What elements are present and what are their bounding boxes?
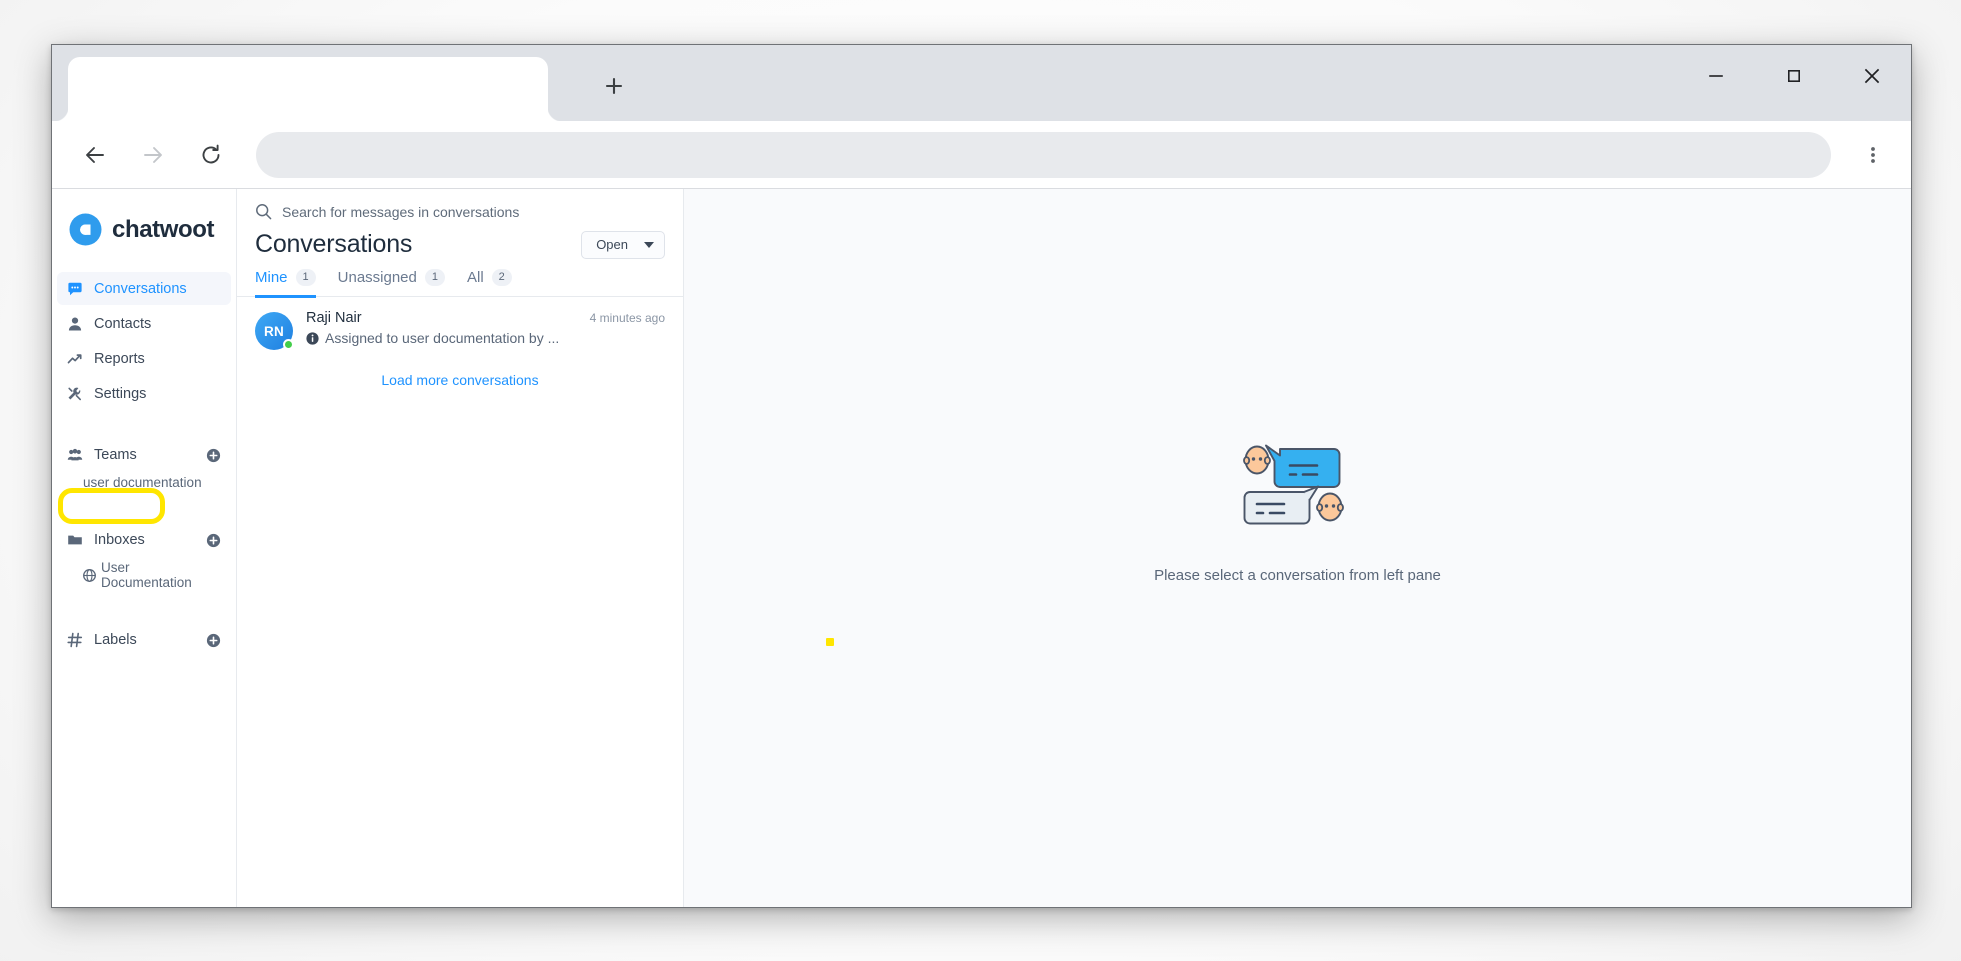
sidebar-section-inboxes: Inboxes User Documentation (52, 525, 236, 595)
tab-count: 2 (491, 269, 512, 287)
conversation-list-pane: Search for messages in conversations Con… (237, 189, 834, 907)
maximize-button[interactable] (1755, 45, 1833, 107)
sidebar-item-label: Contacts (94, 315, 152, 332)
sidebar-inbox-item[interactable]: User Documentation (57, 555, 231, 595)
chevron-down-icon (644, 241, 654, 248)
tab-count: 1 (295, 269, 316, 287)
timestamp: 4 minutes ago (589, 311, 665, 326)
status-filter-dropdown[interactable]: Open (581, 230, 665, 259)
sidebar-item-contacts[interactable]: Contacts (57, 307, 231, 340)
tab-mine[interactable]: Mine 1 (255, 269, 316, 299)
reload-button[interactable] (188, 132, 234, 178)
minimize-button[interactable] (1677, 45, 1755, 107)
globe-icon (83, 568, 96, 582)
address-bar[interactable] (256, 131, 1831, 178)
browser-menu-button[interactable] (1849, 131, 1897, 179)
cursor-indicator (826, 638, 834, 646)
window-controls (1677, 45, 1911, 107)
sidebar-item-conversations[interactable]: Conversations (57, 272, 231, 305)
sidebar-section-labels: Labels (52, 625, 236, 655)
section-header[interactable]: Labels (57, 625, 231, 655)
tab-all[interactable]: All 2 (467, 269, 512, 298)
inbox-name: User Documentation (101, 560, 192, 590)
sidebar-item-reports[interactable]: Reports (57, 342, 231, 375)
person-icon (67, 316, 83, 332)
add-inbox-button[interactable] (206, 533, 221, 548)
page-root: chatwoot Conversations Contacts Reports … (0, 0, 1961, 961)
back-button[interactable] (72, 132, 118, 178)
sidebar-nav: Conversations Contacts Reports Settings (52, 272, 236, 410)
conversation-tabs: Mine 1 Unassigned 1 All 2 (237, 259, 683, 299)
add-label-button[interactable] (206, 633, 221, 648)
brand-name: chatwoot (112, 215, 215, 243)
load-more-conversations-button[interactable]: Load more conversations (237, 363, 683, 388)
section-label: Labels (94, 632, 137, 648)
contact-name: Raji Nair (306, 310, 362, 327)
chatwoot-logo-icon (69, 213, 102, 246)
section-header[interactable]: Inboxes (57, 525, 231, 555)
add-team-button[interactable] (206, 448, 221, 463)
tab-label: Mine (255, 269, 288, 287)
empty-state-message: Please select a conversation from left p… (1154, 567, 1441, 584)
status-filter-value: Open (596, 237, 628, 252)
folder-icon (67, 532, 83, 548)
trending-up-icon (67, 351, 83, 367)
new-tab-button[interactable] (595, 67, 633, 105)
search-icon (255, 203, 272, 220)
chat-bubble-icon (67, 281, 83, 297)
tab-count: 1 (424, 269, 445, 287)
browser-toolbar (52, 121, 1911, 189)
section-label: Teams (94, 447, 137, 463)
conversation-row-top: Raji Nair 4 minutes ago (306, 310, 665, 326)
empty-state-illustration (1242, 443, 1354, 537)
team-name: user documentation (83, 475, 202, 490)
tab-label: All (466, 269, 484, 287)
browser-tab-strip (52, 45, 1911, 121)
sidebar-item-label: Reports (94, 350, 145, 367)
sidebar: chatwoot Conversations Contacts Reports … (52, 189, 237, 907)
online-status-dot (283, 339, 294, 351)
tab-label: Unassigned (337, 269, 417, 287)
conversation-header: Conversations Open (237, 228, 683, 259)
section-label: Inboxes (94, 532, 145, 548)
conversation-search[interactable]: Search for messages in conversations (237, 189, 683, 228)
info-icon (306, 332, 319, 345)
conversation-details: Raji Nair 4 minutes ago Assigned to user… (306, 310, 665, 346)
close-button[interactable] (1833, 45, 1911, 107)
sidebar-section-teams: Teams user documentation (52, 440, 236, 495)
avatar: RN (255, 312, 294, 351)
wrench-icon (67, 386, 83, 402)
hash-icon (67, 632, 83, 648)
chatwoot-app: chatwoot Conversations Contacts Reports … (52, 189, 1911, 907)
browser-tab[interactable] (68, 57, 548, 121)
browser-window: chatwoot Conversations Contacts Reports … (51, 44, 1912, 908)
conversation-list-item[interactable]: RN Raji Nair 4 minutes ago Assigned to u… (237, 297, 683, 363)
sidebar-item-label: Settings (94, 385, 147, 402)
search-input[interactable]: Search for messages in conversations (282, 204, 519, 220)
brand-logo[interactable]: chatwoot (52, 197, 236, 252)
people-group-icon (67, 447, 83, 463)
forward-button (130, 132, 176, 178)
snippet-text: Assigned to user documentation by ... (325, 330, 560, 347)
sidebar-item-settings[interactable]: Settings (57, 377, 231, 410)
page-title: Conversations (255, 230, 413, 258)
tab-unassigned[interactable]: Unassigned 1 (338, 269, 445, 298)
conversation-detail-pane: Please select a conversation from left p… (684, 189, 1911, 907)
section-header[interactable]: Teams (57, 440, 231, 470)
sidebar-item-label: Conversations (94, 280, 187, 297)
conversation-snippet: Assigned to user documentation by ... (306, 330, 665, 346)
load-more-label: Load more conversations (381, 372, 539, 389)
sidebar-team-item[interactable]: user documentation (57, 470, 231, 495)
